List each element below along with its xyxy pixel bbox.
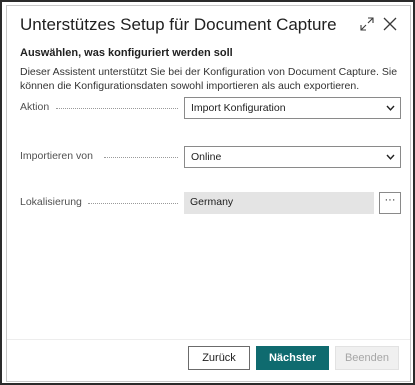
localization-field-row: Lokalisierung Germany ··· bbox=[20, 192, 401, 214]
expand-icon[interactable] bbox=[358, 15, 376, 33]
footer-divider bbox=[7, 339, 410, 340]
localization-value: Germany bbox=[190, 196, 234, 208]
assisted-setup-dialog: Unterstützes Setup für Document Capture … bbox=[6, 5, 411, 382]
label-leader-dots bbox=[104, 157, 178, 158]
action-select[interactable]: Import Konfiguration bbox=[184, 97, 401, 119]
section-heading: Auswählen, was konfiguriert werden soll bbox=[20, 47, 233, 59]
import-from-select[interactable]: Online bbox=[184, 146, 401, 168]
finish-button[interactable]: Beenden bbox=[335, 346, 399, 370]
window-frame: Unterstützes Setup für Document Capture … bbox=[0, 0, 415, 385]
chevron-down-icon bbox=[386, 105, 395, 111]
localization-field: Germany bbox=[184, 192, 374, 214]
chevron-down-icon bbox=[386, 154, 395, 160]
localization-lookup-button[interactable]: ··· bbox=[379, 192, 401, 214]
label-leader-dots bbox=[56, 108, 178, 109]
close-icon[interactable] bbox=[381, 15, 399, 33]
next-button[interactable]: Nächster bbox=[256, 346, 329, 370]
label-leader-dots bbox=[88, 203, 178, 204]
action-value: Import Konfiguration bbox=[191, 102, 286, 114]
import-from-label: Importieren von bbox=[20, 150, 93, 162]
import-from-field-row: Importieren von Online bbox=[20, 146, 401, 168]
action-field-row: Aktion Import Konfiguration bbox=[20, 97, 401, 119]
localization-label: Lokalisierung bbox=[20, 196, 82, 208]
import-from-value: Online bbox=[191, 151, 222, 163]
back-button[interactable]: Zurück bbox=[188, 346, 250, 370]
dialog-title: Unterstützes Setup für Document Capture bbox=[20, 15, 337, 34]
action-label: Aktion bbox=[20, 101, 50, 113]
description-text: Dieser Assistent unterstützt Sie bei der… bbox=[20, 66, 398, 92]
